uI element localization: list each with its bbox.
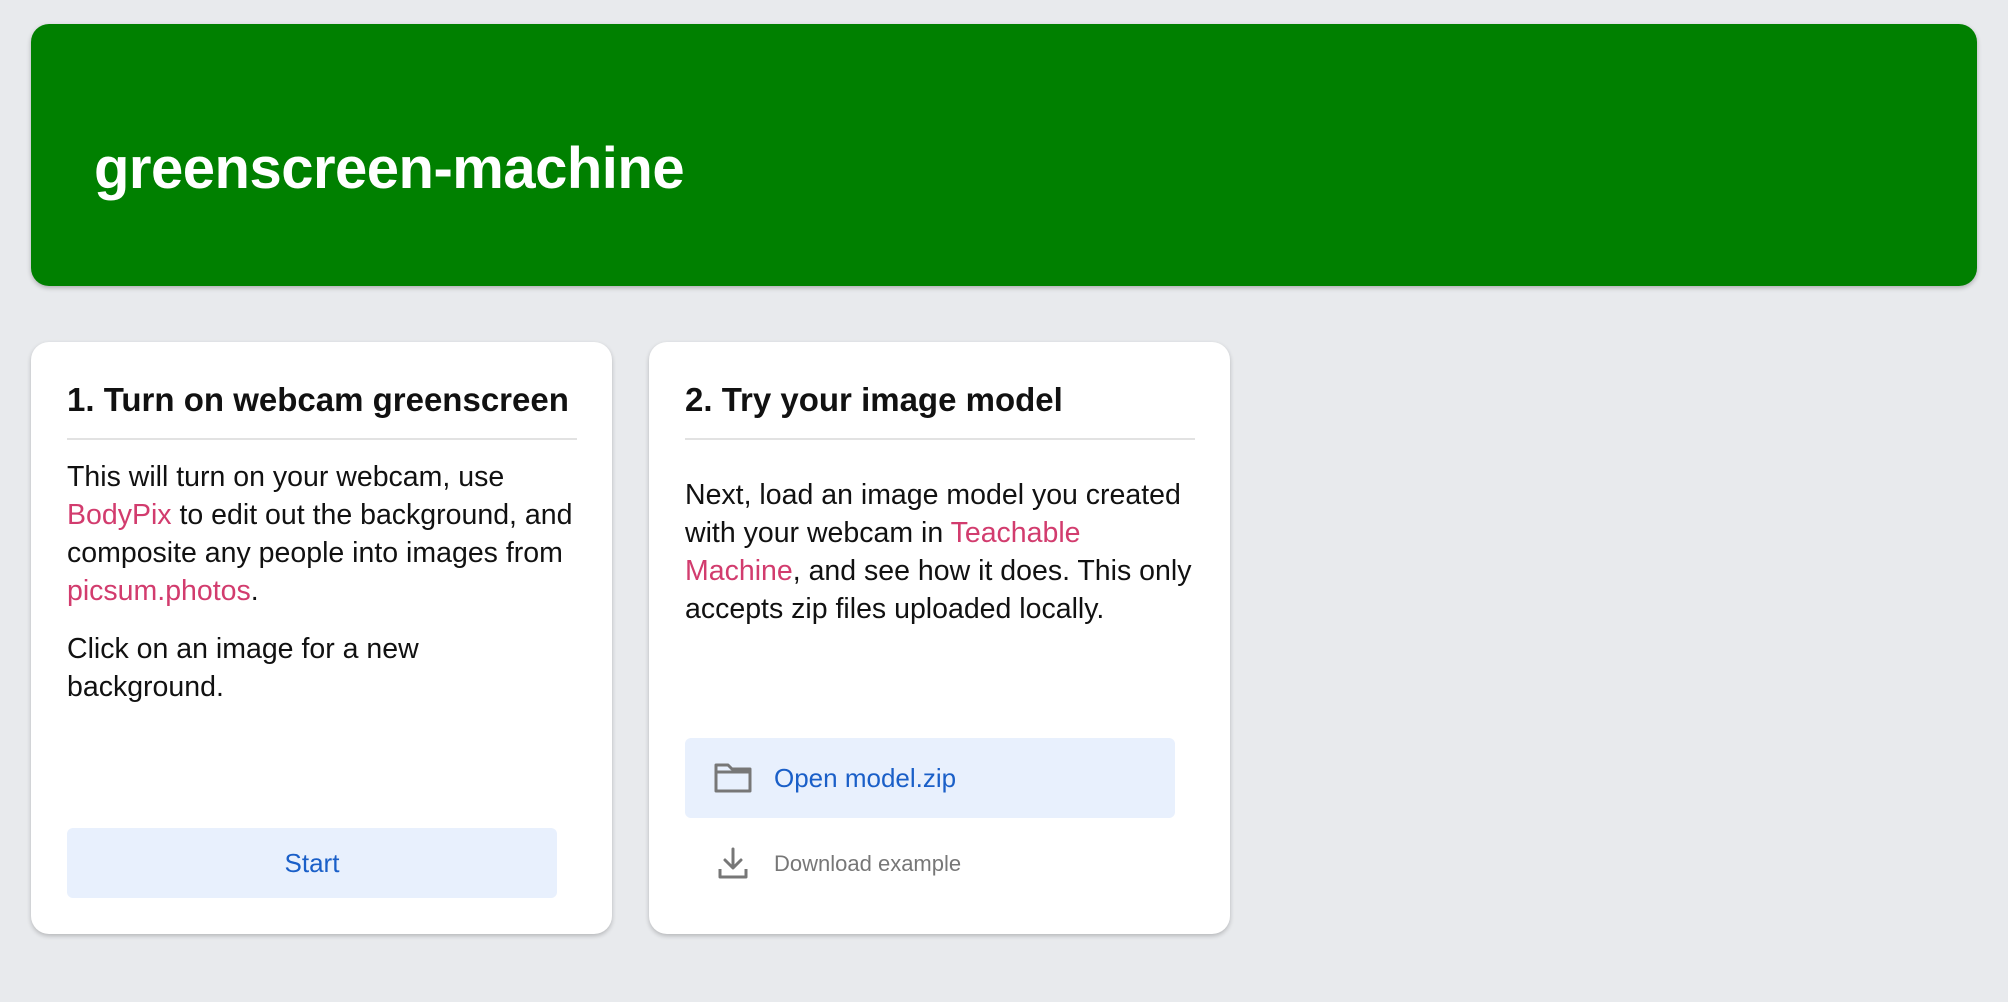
bodypix-link[interactable]: BodyPix — [67, 499, 172, 531]
download-icon — [718, 847, 748, 879]
webcam-greenscreen-card: 1. Turn on webcam greenscreen This will … — [31, 342, 612, 934]
card-instruction: Click on an image for a new background. — [67, 633, 419, 703]
start-button[interactable]: Start — [67, 828, 557, 898]
card-title: 1. Turn on webcam greenscreen — [67, 381, 569, 418]
card-title: 2. Try your image model — [685, 381, 1063, 418]
image-model-card: 2. Try your image model Next, load an im… — [649, 342, 1230, 934]
download-example-button[interactable]: Download example — [685, 836, 1175, 892]
open-model-button[interactable]: Open model.zip — [685, 738, 1175, 818]
start-button-label: Start — [284, 847, 340, 878]
app-title: greenscreen-machine — [94, 136, 685, 201]
card-description: Next, load an image model you created wi… — [685, 479, 1192, 625]
open-model-label: Open model.zip — [774, 763, 957, 793]
card-divider — [67, 438, 577, 440]
app-header: greenscreen-machine — [31, 24, 1977, 286]
card-divider — [685, 438, 1195, 440]
folder-icon — [714, 763, 752, 793]
download-example-label: Download example — [774, 851, 962, 876]
card-description: This will turn on your webcam, use BodyP… — [67, 461, 573, 607]
picsum-link[interactable]: picsum.photos — [67, 575, 251, 607]
